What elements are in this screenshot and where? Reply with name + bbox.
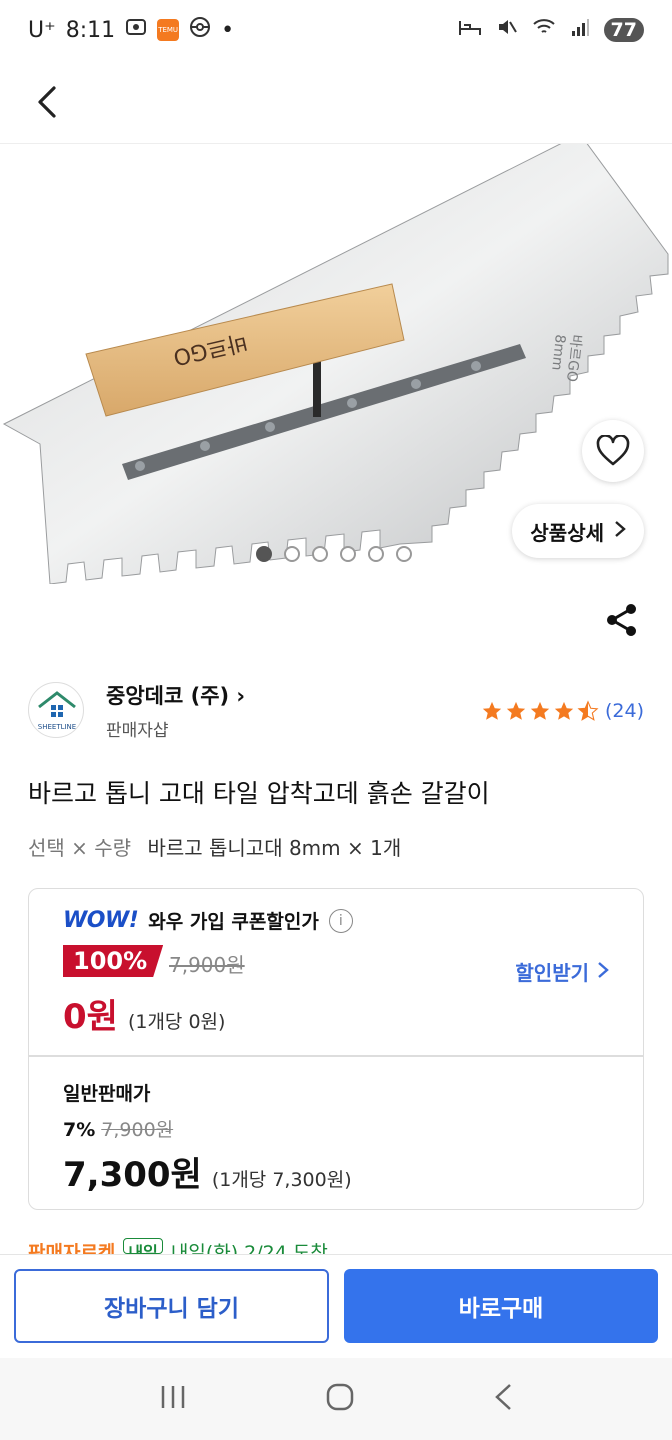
normal-discount: 7% [63,1119,96,1141]
carousel-dot[interactable] [368,546,384,562]
get-coupon-label: 할인받기 [515,961,589,985]
product-title: 바르고 톱니 고대 타일 압착고데 흙손 갈갈이 [28,779,490,808]
delivery-date: 내일(화) 2/24 도착 [170,1242,328,1254]
wow-original-price: 7,900원 [169,953,245,977]
add-to-cart-button[interactable]: 장바구니 담기 [14,1269,329,1343]
share-icon[interactable] [604,602,640,638]
star-icon [554,701,574,720]
carousel-dot[interactable] [340,546,356,562]
clock: 8:11 [65,17,116,43]
normal-original-price: 7,900원 [101,1119,174,1141]
product-detail-label: 상품상세 [530,520,604,545]
back-arrow-icon[interactable] [30,84,66,120]
seller-shop-label: 판매자샵 [106,721,169,741]
normal-unit-price: (1개당 7,300원) [211,1169,352,1191]
mute-icon [496,16,518,44]
normal-price-row: 7,300원 (1개당 7,300원) [63,1147,352,1196]
wow-coupon-label: 와우 가입 쿠폰할인가 [148,911,319,933]
temu-app-icon: TEMU [157,19,180,41]
rating[interactable]: (24) [481,700,644,722]
buy-now-button[interactable]: 바로구매 [344,1269,658,1343]
heart-icon [596,435,630,466]
top-navbar [0,60,672,144]
home-icon[interactable] [325,1382,355,1416]
get-coupon-link[interactable]: 할인받기 [515,957,609,986]
battery-indicator: 77 [603,18,644,42]
product-detail-button[interactable]: 상품상세 [512,504,644,558]
option-summary[interactable]: 선택 × 수량 바르고 톱니고대 8mm × 1개 [28,832,401,861]
screenshot-icon [125,16,147,44]
status-bar: U⁺ 8:11 TEMU • 77 [0,0,672,60]
half-star-icon [577,700,599,721]
recent-apps-icon[interactable] [158,1383,188,1415]
divider [29,1055,643,1057]
seller-name: 중앙데코 (주) [106,684,230,708]
seller-section: SHEETLINE 중앙데코 (주) › 판매자샵 (24) [28,680,644,742]
normal-price-label: 일반판매가 [63,1083,151,1105]
carousel-dot[interactable] [256,546,272,562]
system-navigation-bar [0,1358,672,1440]
carousel-dots [256,546,412,562]
wow-price: 0원 [63,997,118,1037]
carousel-dot[interactable] [284,546,300,562]
review-count[interactable]: (24) [605,700,644,722]
star-rating [481,700,599,722]
back-icon[interactable] [492,1382,514,1416]
signal-icon [570,17,590,43]
wishlist-button[interactable] [582,420,644,482]
wow-discount-badge: 100% [63,945,164,977]
bed-icon [458,17,482,43]
notification-dot-icon: • [221,17,235,43]
wow-logo: WOW! [63,908,139,933]
wow-unit-price: (1개당 0원) [127,1011,226,1033]
pokeball-icon [189,16,211,44]
carousel-dot[interactable] [396,546,412,562]
chevron-right-icon [614,519,626,543]
seller-logo[interactable]: SHEETLINE [28,682,84,738]
star-icon [530,701,550,720]
option-value: 바르고 톱니고대 8mm × 1개 [147,836,402,860]
chevron-right-icon: › [229,684,246,708]
seller-name-link[interactable]: 중앙데코 (주) › [106,680,245,710]
wow-coupon-header: WOW! 와우 가입 쿠폰할인가 i [63,907,353,934]
price-box: WOW! 와우 가입 쿠폰할인가 i 100% 7,900원 할인받기 0원 (… [28,888,644,1210]
carrier-label: U⁺ [28,17,56,43]
star-icon [506,701,526,720]
normal-price: 7,300원 [63,1155,202,1195]
wow-price-row: 0원 (1개당 0원) [63,989,225,1038]
rocket-seller-label: 판매자로켓 [28,1242,116,1254]
option-label: 선택 × 수량 [28,836,132,860]
chevron-right-icon [597,960,609,984]
bottom-action-bar: 장바구니 담기 바로구매 [0,1254,672,1358]
wifi-icon [532,17,556,43]
delivery-info: 판매자로켓 내일 내일(화) 2/24 도착 [28,1238,328,1254]
carousel-dot[interactable] [312,546,328,562]
seller-logo-text: SHEETLINE [38,723,76,731]
normal-discount-row: 7% 7,900원 [63,1115,173,1142]
info-icon[interactable]: i [328,908,353,933]
delivery-tag: 내일 [123,1238,163,1254]
star-icon [482,701,502,720]
